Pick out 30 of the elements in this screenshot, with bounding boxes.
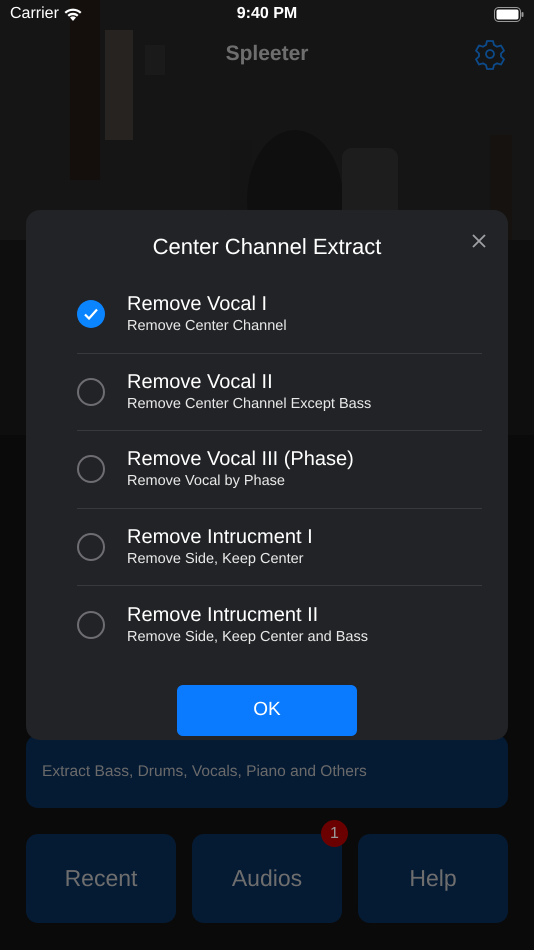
option-subtitle: Remove Center Channel xyxy=(127,317,287,336)
ok-button[interactable]: OK xyxy=(177,684,357,736)
option-title: Remove Intrucment I xyxy=(127,524,313,549)
radio-icon[interactable] xyxy=(77,455,105,484)
option-subtitle: Remove Side, Keep Center and Bass xyxy=(127,628,368,647)
option-title: Remove Vocal II xyxy=(127,370,274,394)
option-subtitle: Remove Vocal by Phase xyxy=(127,472,286,492)
count-badge: 1 xyxy=(321,820,348,847)
option-title: Remove Vocal III (Phase) xyxy=(127,447,354,472)
carrier-label: Carrier xyxy=(10,4,59,24)
wifi-icon xyxy=(62,6,83,22)
option-row[interactable]: Remove Vocal III (Phase) Remove Vocal by Phase xyxy=(77,431,482,508)
clock-time: 9:40 PM xyxy=(236,4,298,24)
option-row[interactable]: Remove Intrucment I Remove Side, Keep Center xyxy=(77,508,482,586)
option-subtitle: Remove Center Channel Except Bass xyxy=(127,394,372,414)
dialog-title: Center Channel Extract xyxy=(152,233,382,261)
radio-icon[interactable] xyxy=(77,532,105,561)
option-title: Remove Vocal I xyxy=(127,292,268,316)
option-title: Remove Intrucment II xyxy=(127,602,320,627)
option-row[interactable]: Remove Vocal I Remove Center Channel xyxy=(77,276,482,354)
radio-icon[interactable] xyxy=(77,610,105,639)
settings-icon[interactable] xyxy=(474,38,506,70)
card-description: Extract Bass, Drums, Vocals, Piano and Others xyxy=(42,762,367,782)
radio-icon[interactable] xyxy=(77,378,105,406)
battery-icon xyxy=(494,6,524,22)
checked-radio-icon[interactable] xyxy=(77,300,105,328)
option-subtitle: Remove Side, Keep Center xyxy=(127,550,305,569)
option-row[interactable]: Remove Intrucment II Remove Side, Keep Center and Bass xyxy=(77,586,482,664)
option-row[interactable]: Remove Vocal II Remove Center Channel Except Bass xyxy=(77,354,482,431)
app-title: Spleeter xyxy=(226,41,308,68)
